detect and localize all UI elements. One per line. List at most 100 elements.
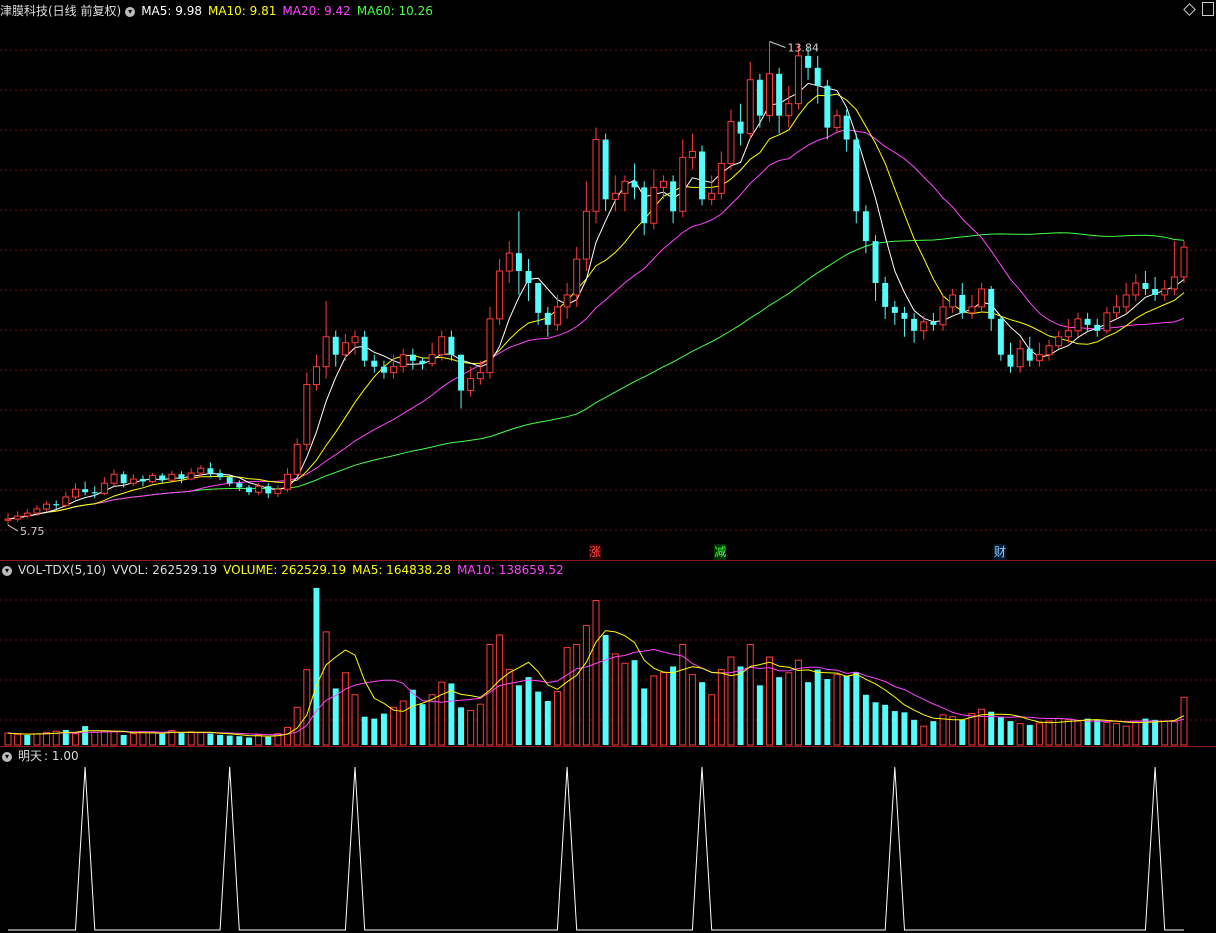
- volume-bar: [592, 599, 600, 746]
- candle-body: [1084, 318, 1091, 325]
- volume-bar: [1026, 724, 1033, 745]
- candle-body: [129, 478, 137, 484]
- volume-bar: [1084, 718, 1091, 745]
- candle-body: [168, 473, 176, 481]
- candle-body: [139, 479, 146, 482]
- volume-bar: [688, 674, 696, 746]
- volume-bar: [91, 731, 99, 746]
- candle-body: [573, 258, 581, 296]
- candle-body: [341, 342, 349, 356]
- volume-label: VOLUME: 262529.19: [223, 563, 347, 577]
- volume-bar: [33, 733, 41, 746]
- volume-bar: [361, 716, 368, 745]
- candle-body: [997, 318, 1004, 355]
- volume-bar: [862, 694, 869, 745]
- candle-body: [611, 192, 619, 200]
- volume-bar: [1045, 720, 1053, 746]
- candle-body: [91, 492, 98, 494]
- toggle-icon[interactable]: ▾: [2, 751, 12, 762]
- candle-body: [361, 336, 368, 361]
- volume-bar: [544, 701, 551, 745]
- event-marker[interactable]: 减: [714, 544, 727, 560]
- candle-body: [901, 312, 908, 319]
- volume-bar: [24, 734, 31, 745]
- candle-body: [679, 156, 687, 212]
- candle-body: [978, 288, 986, 308]
- toggle-icon[interactable]: ▾: [2, 565, 12, 576]
- volume-bar: [159, 733, 166, 745]
- signal-spikes: [8, 766, 1184, 931]
- event-marker[interactable]: 涨: [589, 544, 602, 560]
- stock-title[interactable]: 津膜科技(日线 前复权): [0, 4, 121, 18]
- candle-body: [476, 372, 484, 380]
- candle-body: [245, 487, 252, 493]
- volume-bar: [255, 734, 263, 746]
- candle-body: [717, 162, 725, 194]
- toggle-icon[interactable]: ▾: [125, 6, 136, 17]
- candle-body: [553, 306, 561, 326]
- volume-bar: [110, 731, 118, 746]
- candle-body: [1180, 246, 1188, 278]
- candle-body: [226, 477, 233, 484]
- volume-bar: [1180, 696, 1188, 746]
- volume-bar: [149, 731, 157, 746]
- volume-bar: [207, 733, 214, 745]
- volume-bar: [843, 675, 850, 745]
- candle-body: [284, 473, 292, 490]
- candle-body: [505, 252, 513, 272]
- candle-body: [419, 360, 426, 364]
- volume-bar: [458, 707, 465, 745]
- window-frame-icon[interactable]: [1202, 2, 1214, 16]
- candle-body: [1152, 288, 1159, 295]
- candle-body: [776, 73, 783, 116]
- candle-body: [988, 288, 995, 319]
- candle-body: [255, 485, 263, 493]
- candle-body: [312, 366, 320, 386]
- volume-indicator-name[interactable]: VOL-TDX(5,10): [18, 563, 106, 577]
- candle-body: [563, 294, 571, 308]
- candle-body: [843, 115, 850, 140]
- candle-body: [43, 503, 51, 510]
- candle-body: [833, 115, 841, 129]
- volume-bars: [4, 587, 1188, 746]
- volume-bar: [641, 688, 648, 745]
- candle-body: [458, 354, 465, 391]
- candle-body: [409, 354, 416, 361]
- candle-body: [592, 139, 600, 212]
- volume-bar: [14, 733, 22, 746]
- stock-chart[interactable]: 13.84 5.75: [0, 0, 1216, 933]
- candle-body: [428, 354, 436, 365]
- candle-body: [120, 474, 127, 484]
- volume-bar: [805, 682, 812, 745]
- candle-body: [756, 79, 763, 116]
- candle-body: [853, 139, 860, 212]
- candle-body: [399, 354, 407, 368]
- volume-bar: [833, 674, 841, 746]
- candle-body: [891, 306, 898, 313]
- volume-bar: [139, 731, 147, 746]
- candle-body: [911, 318, 918, 331]
- volume-bar: [766, 656, 773, 746]
- price-annotations: 13.84 5.75: [7, 41, 819, 538]
- ma5-label: MA5: 9.98: [141, 4, 202, 18]
- signal-line: [8, 766, 1184, 931]
- volume-bar: [699, 682, 706, 745]
- volume-bar: [245, 737, 252, 745]
- candle-body: [737, 121, 744, 134]
- signal-header: ▾ 明天: 1.00: [0, 747, 85, 765]
- candlestick-series: [4, 41, 1188, 526]
- candle-body: [1016, 348, 1024, 368]
- volume-bar: [399, 700, 407, 746]
- volume-bar: [293, 706, 301, 746]
- candle-body: [1064, 330, 1072, 338]
- volume-bar: [71, 733, 79, 746]
- volume-bar: [1035, 722, 1043, 746]
- volume-header: ▾ VOL-TDX(5,10) VVOL: 262529.19 VOLUME: 262…: [0, 561, 570, 579]
- volume-bar: [1161, 720, 1169, 746]
- candle-body: [1142, 282, 1149, 289]
- event-marker[interactable]: 财: [993, 544, 1006, 560]
- ma60-label: MA60: 10.26: [356, 4, 433, 18]
- volume-bar: [438, 681, 446, 746]
- volume-bar: [901, 712, 908, 745]
- signal-name[interactable]: 明天: [18, 749, 42, 763]
